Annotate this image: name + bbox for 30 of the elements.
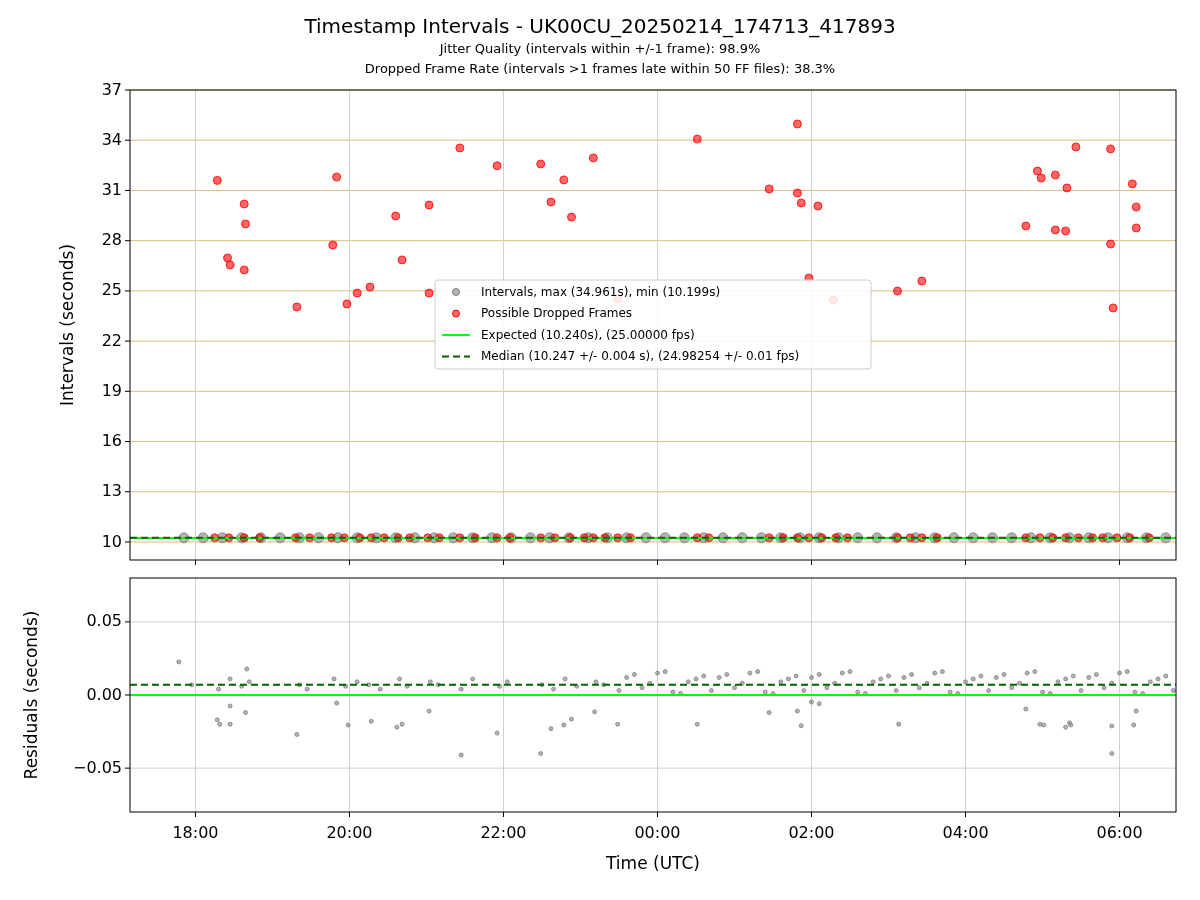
tick-label: 16 xyxy=(101,431,122,451)
tick-label: 06:00 xyxy=(1096,822,1143,842)
tick-label: 34 xyxy=(101,129,122,149)
tick-label: 18:00 xyxy=(172,822,219,842)
axis-label: Time (UTC) xyxy=(606,853,700,873)
tick-label: 28 xyxy=(101,230,122,250)
chart-subtitle: Jitter Quality (intervals within +/-1 frame): 98.9% xyxy=(439,40,761,58)
tick-label: 0.05 xyxy=(86,611,122,631)
tick-label: 25 xyxy=(101,280,122,300)
tick-label: 0.00 xyxy=(86,684,122,704)
legend-label: Intervals, max (34.961s), min (10.199s) xyxy=(481,284,721,299)
tick-label: 02:00 xyxy=(788,822,835,842)
tick-label: 31 xyxy=(101,179,122,199)
tick-label: 00:00 xyxy=(634,822,681,842)
tick-label: −0.05 xyxy=(72,757,122,777)
legend-label: Possible Dropped Frames xyxy=(481,306,633,320)
axis-label: Intervals (seconds) xyxy=(57,243,77,407)
tick-label: 04:00 xyxy=(942,822,989,842)
legend-label: Median (10.247 +/- 0.004 s), (24.98254 +/- 0.01 fps) xyxy=(481,349,800,363)
tick-label: 13 xyxy=(101,481,122,501)
legend-label: Expected (10.240s), (25.00000 fps) xyxy=(481,327,695,342)
tick-label: 10 xyxy=(101,531,122,551)
chart-subtitle: Dropped Frame Rate (intervals >1 frames late within 50 FF files): 38.3% xyxy=(364,60,836,78)
tick-label: 22:00 xyxy=(480,822,527,842)
tick-label: 20:00 xyxy=(326,822,373,842)
tick-label: 22 xyxy=(101,330,122,350)
tick-label: 37 xyxy=(101,80,122,99)
axis-label: Residuals (seconds) xyxy=(21,610,41,780)
chart-title: Timestamp Intervals - UK00CU_20250214_174713_417893 xyxy=(304,13,896,39)
tick-label: 19 xyxy=(101,380,122,400)
